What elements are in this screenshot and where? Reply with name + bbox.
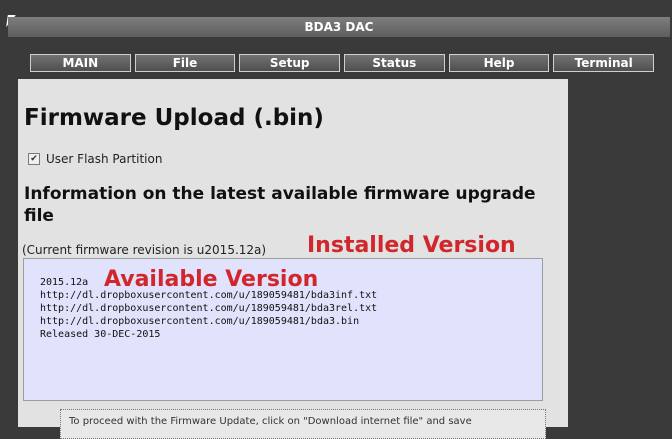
tab-terminal[interactable]: Terminal xyxy=(553,54,655,72)
tab-help[interactable]: Help xyxy=(448,54,550,72)
available-version-annotation: Available Version xyxy=(104,267,319,292)
tab-file[interactable]: File xyxy=(134,54,236,72)
panel-line-rel-url: http://dl.dropboxusercontent.com/u/18905… xyxy=(40,303,378,314)
panel-line-bin-url: http://dl.dropboxusercontent.com/u/18905… xyxy=(40,316,360,327)
content-area: Firmware Upload (.bin) ✔ User Flash Part… xyxy=(18,79,568,439)
instruction-notice: To proceed with the Firmware Update, cli… xyxy=(60,409,546,439)
tab-status[interactable]: Status xyxy=(344,54,445,72)
tab-main[interactable]: MAIN xyxy=(30,54,131,72)
current-revision-text: (Current firmware revision is u2015.12a) xyxy=(22,243,267,257)
firmware-info-panel: 2015.12a http://dl.dropboxusercontent.co… xyxy=(23,258,543,401)
section-heading: Information on the latest available firm… xyxy=(24,184,536,226)
main-nav: MAIN File Setup Status Help Terminal xyxy=(30,54,655,72)
page-title: Firmware Upload (.bin) xyxy=(24,105,324,131)
window-title: BDA3 DAC xyxy=(304,20,374,34)
instruction-text: To proceed with the Firmware Update, cli… xyxy=(69,416,472,427)
checkbox-label: User Flash Partition xyxy=(46,152,163,166)
tab-setup[interactable]: Setup xyxy=(239,54,341,72)
window-title-bar: BDA3 DAC xyxy=(8,17,670,37)
installed-version-annotation: Installed Version xyxy=(307,233,516,258)
checkbox-checked-icon[interactable]: ✔ xyxy=(28,153,40,165)
user-flash-partition-option[interactable]: ✔ User Flash Partition xyxy=(28,152,162,166)
panel-line-release-date: Released 30-DEC-2015 xyxy=(40,329,161,340)
